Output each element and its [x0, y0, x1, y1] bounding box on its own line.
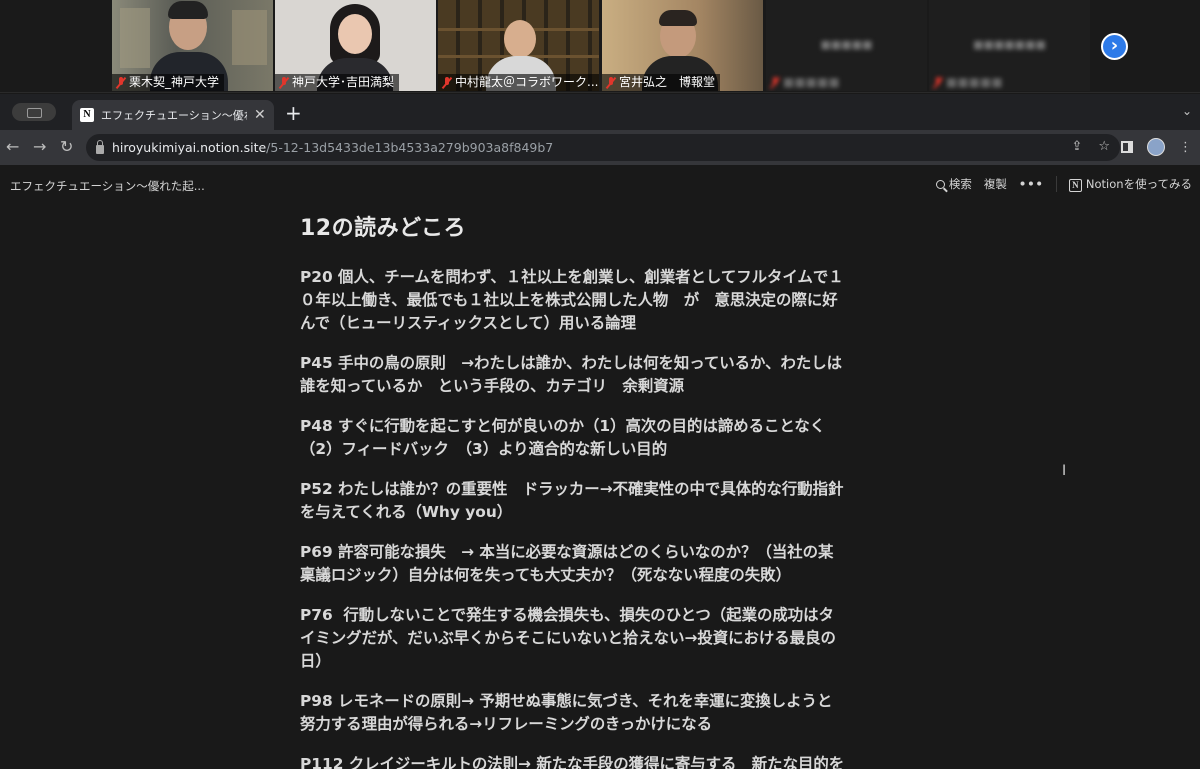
participant-tile[interactable]: 神戸大学･吉田満梨 [275, 0, 436, 91]
new-tab-icon[interactable]: + [285, 103, 302, 123]
browser-tab-active[interactable]: N エフェクチュエーション〜優れた起 ✕ [72, 100, 274, 130]
browser-tab-bar: N エフェクチュエーション〜優れた起 ✕ + ⌄ [0, 94, 1200, 130]
text-cursor-icon: I [1062, 463, 1067, 479]
text-block[interactable]: P69 許容可能な損失 → 本当に必要な資源はどのくらいなのか？（当社の某 稟議… [300, 541, 900, 587]
participant-tile-active-speaker[interactable]: 宮井弘之 博報堂 [602, 0, 763, 91]
notion-topbar: エフェクチュエーション〜優れた起... 検索 複製 ••• N Notionを使っ… [0, 166, 1200, 204]
profile-avatar[interactable] [1147, 138, 1165, 156]
participant-tile[interactable]: 中村龍太＠コラボワーク... [438, 0, 599, 91]
url-host: hiroyukimiyai.notion.site [112, 140, 267, 155]
participant-tile[interactable]: 栗木契_神戸大学 [112, 0, 273, 91]
address-bar[interactable]: hiroyukimiyai.notion.site/5-12-13d5433de… [86, 134, 1120, 161]
page-heading: 12の読みどころ [300, 216, 466, 241]
participant-name: 栗木契_神戸大学 [129, 75, 220, 89]
participant-tile-video-off[interactable]: ■■■■■ ■■■■■ [766, 0, 927, 91]
try-notion-label: Notionを使ってみる [1085, 177, 1192, 191]
notion-logo-icon: N [1068, 179, 1082, 192]
lock-icon [96, 139, 104, 154]
more-options-icon[interactable]: ••• [1019, 177, 1044, 191]
search-icon [935, 180, 945, 189]
browser-menu-icon[interactable]: ⋮ [1179, 140, 1192, 155]
text-block[interactable]: P20 個人、チームを問わず、１社以上を創業し、創業者としてフルタイムで１ ０年… [300, 266, 900, 335]
reload-icon[interactable]: ↻ [60, 137, 73, 156]
search-button[interactable]: 検索 [935, 176, 972, 192]
text-block[interactable]: P45 手中の鳥の原則 →わたしは誰か、わたしは何を知っているか、わたしは 誰を… [300, 352, 900, 398]
participant-tile-video-off[interactable]: ■■■■■■■ ■■■■■ [929, 0, 1090, 91]
duplicate-button[interactable]: 複製 [984, 176, 1007, 192]
text-block[interactable]: P76 行動しないことで発生する機会損失も、損失のひとつ（起業の成功はタ イミン… [300, 604, 900, 673]
text-block[interactable]: P48 すぐに行動を起こすと何が良いのか（1）高次の目的は諦めることなく （2）… [300, 415, 900, 461]
meeting-participant-strip: 栗木契_神戸大学 神戸大学･吉田満梨 中村龍太＠コラボワーク... 宮井弘之 博… [0, 0, 1200, 93]
notion-favicon-icon: N [80, 108, 94, 122]
close-tab-icon[interactable]: ✕ [254, 107, 266, 123]
tab-title: エフェクチュエーション〜優れた起 [101, 109, 247, 122]
text-block[interactable]: P98 レモネードの原則→ 予期せぬ事態に気づき、それを幸運に変換しようと 努力… [300, 690, 900, 736]
search-label: 検索 [948, 177, 972, 191]
side-panel-icon[interactable] [1121, 141, 1133, 153]
share-icon[interactable]: ⇪ [1071, 139, 1082, 154]
browser-toolbar: ← → ↻ hiroyukimiyai.notion.site/5-12-13d… [0, 130, 1200, 165]
page-content: 12の読みどころ P20 個人、チームを問わず、１社以上を創業し、創業者としてフ… [300, 210, 900, 769]
forward-icon[interactable]: → [33, 137, 46, 156]
back-icon[interactable]: ← [6, 137, 19, 156]
participant-name: 宮井弘之 博報堂 [619, 75, 716, 89]
participant-name: 神戸大学･吉田満梨 [292, 75, 395, 89]
next-participants-button[interactable]: › [1101, 33, 1128, 60]
bookmark-star-icon[interactable]: ☆ [1098, 139, 1110, 154]
url-path: /5-12-13d5433de13b4533a279b903a8f849b7 [266, 140, 554, 155]
window-control-icon[interactable] [12, 103, 56, 121]
text-block[interactable]: P52 わたしは誰か？の重要性 ドラッカー→不確実性の中で具体的な行動指針 を与… [300, 478, 900, 524]
breadcrumb[interactable]: エフェクチュエーション〜優れた起... [10, 178, 205, 194]
try-notion-button[interactable]: N Notionを使ってみる [1068, 176, 1192, 192]
divider [1055, 176, 1057, 192]
tab-search-chevron-icon[interactable]: ⌄ [1182, 104, 1192, 118]
text-block[interactable]: P112 クレイジーキルトの法則→ 新たな手段の獲得に寄与する 新たな目的を [300, 753, 900, 769]
participant-name: 中村龍太＠コラボワーク... [455, 75, 599, 89]
